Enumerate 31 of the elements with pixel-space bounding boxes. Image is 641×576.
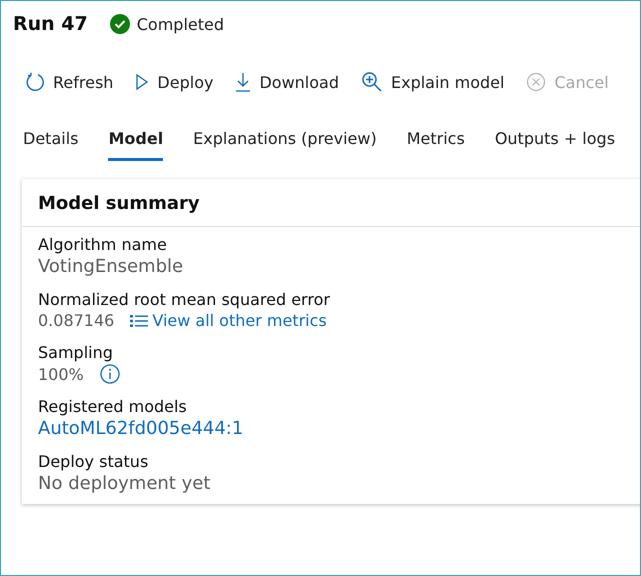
refresh-icon [25, 72, 45, 92]
zoom-in-icon [360, 71, 383, 93]
cancel-icon [526, 72, 546, 92]
field-label: Deploy status [38, 452, 150, 471]
toolbar-button[interactable]: Deploy [131, 72, 218, 92]
toolbar-button[interactable]: Explain model [356, 71, 508, 93]
info-icon[interactable] [100, 364, 120, 384]
field-label: Algorithm name [38, 235, 168, 254]
field-value: No deployment yet [38, 473, 212, 494]
tab[interactable]: Outputs + logs [494, 129, 616, 161]
field-label: Registered models [38, 397, 188, 416]
field-value: 0.087146 [38, 311, 114, 330]
field-value: 100% [38, 364, 84, 384]
run-status: Completed [136, 14, 224, 34]
tab[interactable]: Details [23, 129, 78, 161]
field-label: Sampling [38, 343, 114, 362]
card-title: Model summary [22, 179, 640, 227]
model-link[interactable]: AutoML62fd005e444:1 [38, 418, 244, 439]
field-value: VotingEnsemble [38, 256, 184, 277]
tab[interactable]: Metrics [406, 129, 465, 161]
play-icon [135, 73, 150, 91]
field-label: Normalized root mean squared error [38, 290, 331, 309]
run-title: Run 47 [13, 13, 88, 35]
tab[interactable]: Explanations (preview) [193, 129, 377, 161]
metrics-link[interactable]: View all other metrics [130, 311, 327, 330]
check-circle-icon [110, 14, 130, 34]
tab[interactable]: Model [108, 129, 164, 161]
download-icon [235, 72, 252, 92]
toolbar-button[interactable]: Download [231, 72, 343, 92]
toolbar-button[interactable]: Refresh [21, 72, 118, 92]
list-icon [130, 314, 148, 328]
